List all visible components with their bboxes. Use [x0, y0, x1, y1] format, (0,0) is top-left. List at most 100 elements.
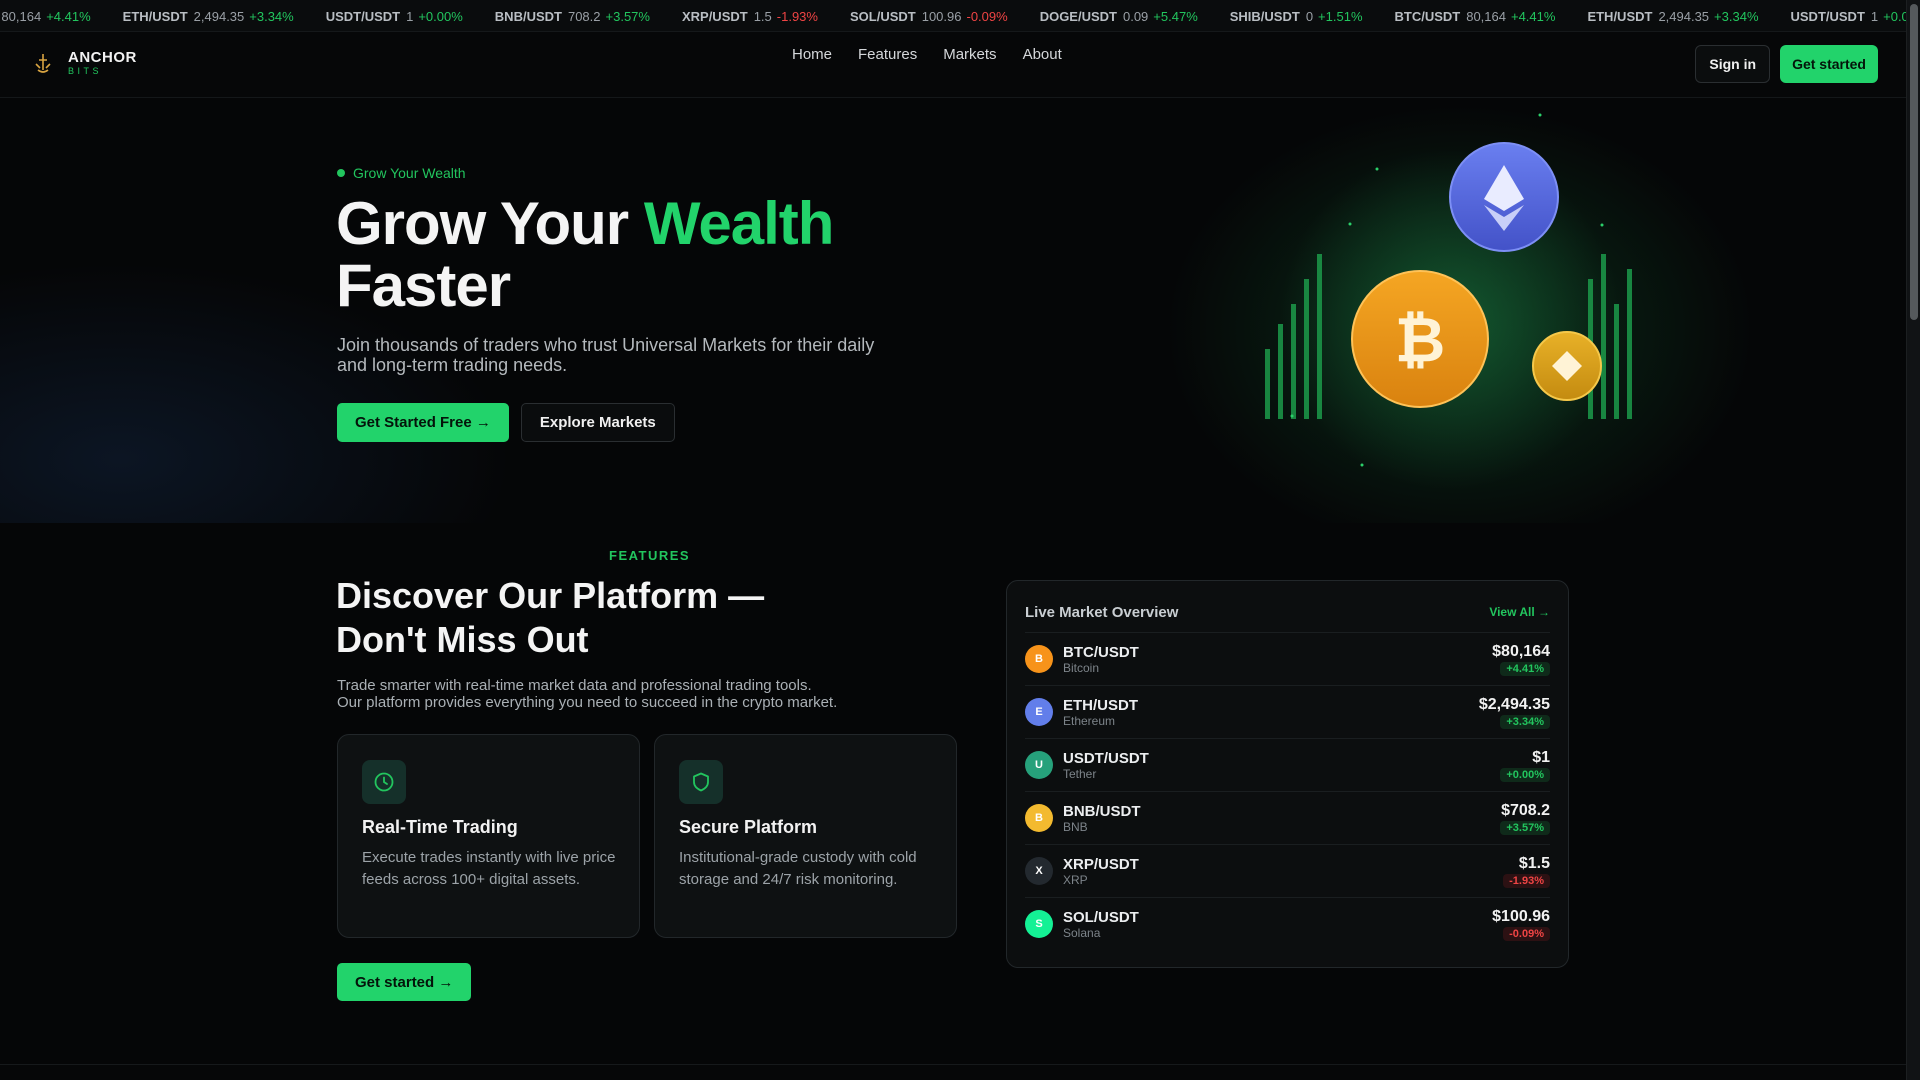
hero-section: Grow Your Wealth Grow Your Wealth Faster… — [0, 99, 1906, 523]
market-row[interactable]: U USDT/USDT Tether $1 +0.00% — [1025, 738, 1550, 791]
ticker-change: +3.34% — [1714, 8, 1759, 24]
price-change-badge: -0.09% — [1503, 926, 1550, 941]
ticker-change: +0.00% — [418, 8, 463, 24]
hero-title-accent: Wealth — [643, 190, 835, 257]
coin-name: Tether — [1063, 766, 1097, 781]
market-rows: B BTC/USDT Bitcoin $80,164 +4.41% E ETH/USDT Et… — [1025, 632, 1550, 950]
hero-eyebrow-text: Grow Your Wealth — [353, 165, 466, 181]
ticker-price: 2,494.35 — [1658, 8, 1710, 24]
ticker-symbol: ETH/USDT — [1587, 8, 1653, 24]
ticker-symbol: BNB/USDT — [494, 8, 562, 24]
ticker-item: ETH/USDT 2,494.35 +3.34% — [1587, 9, 1758, 24]
coin-name: Solana — [1063, 925, 1101, 940]
feature-card-desc: Execute trades instantly with live price… — [362, 849, 616, 888]
ticker-symbol: DOGE/USDT — [1039, 8, 1117, 24]
feature-card-title: Secure Platform — [679, 817, 818, 837]
clock-icon — [362, 760, 406, 804]
market-row[interactable]: X XRP/USDT XRP $1.5 -1.93% — [1025, 844, 1550, 897]
market-row[interactable]: E ETH/USDT Ethereum $2,494.35 +3.34% — [1025, 685, 1550, 738]
nav-home[interactable]: Home — [792, 46, 832, 63]
ticker-change: +0.0 — [1883, 8, 1906, 24]
price-change-badge: +4.41% — [1500, 661, 1550, 676]
hero-title-part2: Faster — [336, 252, 511, 319]
explore-markets-button[interactable]: Explore Markets — [520, 403, 675, 442]
ticker-price: 0.09 — [1122, 8, 1149, 24]
hero-title-part1: Grow Your — [336, 190, 644, 257]
hero-title: Grow Your Wealth Faster — [336, 190, 835, 319]
ticker-symbol: USDT/USDT — [1790, 8, 1865, 24]
pair-symbol: BTC/USDT — [1063, 643, 1139, 661]
coin-price: $1.5 — [1518, 854, 1550, 872]
sign-in-button[interactable]: Sign in — [1695, 45, 1771, 83]
price-change-badge: -1.93% — [1503, 873, 1550, 888]
header-get-started-button[interactable]: Get started — [1780, 45, 1878, 83]
bitcoin-coin-icon: ₿ — [1351, 270, 1489, 408]
status-dot-icon — [337, 169, 345, 177]
svg-text:₿: ₿ — [1395, 303, 1446, 376]
ticker-price: 100.96 — [921, 8, 962, 24]
coin-badge-icon: B — [1025, 804, 1053, 832]
price-change-badge: +3.34% — [1500, 714, 1550, 729]
ticker-item: BNB/USDT 708.2 +3.57% — [495, 9, 650, 24]
features-subtitle-line1: Trade smarter with real-time market data… — [337, 677, 812, 694]
shield-icon — [679, 760, 723, 804]
ticker-price: 0 — [1305, 8, 1314, 24]
ticker-item: SHIB/USDT 0 +1.51% — [1230, 9, 1363, 24]
scrollbar-thumb[interactable] — [1910, 4, 1918, 320]
market-row[interactable]: B BNB/USDT BNB $708.2 +3.57% — [1025, 791, 1550, 844]
coin-price: $2,494.35 — [1478, 695, 1550, 713]
ticker-price: 1.5 — [753, 8, 772, 24]
ticker-symbol: ETH/USDT — [122, 8, 188, 24]
ticker-change: +4.41% — [46, 8, 91, 24]
feature-card-title: Real-Time Trading — [362, 817, 518, 837]
coin-badge-icon: X — [1025, 857, 1053, 885]
nav-markets[interactable]: Markets — [943, 46, 996, 63]
pair-symbol: ETH/USDT — [1063, 696, 1138, 714]
coin-price: $100.96 — [1492, 907, 1550, 925]
view-all-link[interactable]: View All → — [1489, 605, 1550, 619]
ticker-symbol: SOL/USDT — [849, 8, 916, 24]
coin-badge-icon: U — [1025, 751, 1053, 779]
ticker-change: +1.51% — [1318, 8, 1363, 24]
pair-symbol: USDT/USDT — [1063, 749, 1149, 767]
logo[interactable]: ANCHOR BITS — [32, 50, 137, 76]
main-nav: Home Features Markets About — [792, 46, 1088, 63]
pair-symbol: BNB/USDT — [1063, 802, 1141, 820]
ticker-item: BTC/USDT 80,164 +4.41% — [1395, 9, 1556, 24]
coin-badge-icon: B — [1025, 645, 1053, 673]
ticker-change: -1.93% — [776, 8, 818, 24]
nav-features[interactable]: Features — [858, 46, 917, 63]
price-ticker: OT 80,164+4.41%ETH/USDT2,494.35+3.34%USD… — [0, 0, 1906, 32]
features-title: Discover Our Platform — Don't Miss Out — [336, 575, 765, 660]
ticker-price: 80,164 — [1466, 8, 1506, 24]
logo-subtitle: BITS — [68, 66, 103, 76]
ticker-item: DOGE/USDT 0.09 +5.47% — [1040, 9, 1198, 24]
ticker-track: OT 80,164+4.41%ETH/USDT2,494.35+3.34%USD… — [0, 0, 1906, 31]
ticker-price: 708.2 — [567, 8, 601, 24]
ticker-symbol: BTC/USDT — [1394, 8, 1461, 24]
ticker-item: SOL/USDT 100.96 -0.09% — [850, 9, 1008, 24]
anchor-logo-icon — [35, 54, 51, 73]
nav-about[interactable]: About — [1023, 46, 1062, 63]
ticker-change: +3.57% — [605, 8, 650, 24]
market-row[interactable]: B BTC/USDT Bitcoin $80,164 +4.41% — [1025, 632, 1550, 685]
features-subtitle-line2: Our platform provides everything you nee… — [337, 694, 838, 711]
ticker-item: XRP/USDT 1.5 -1.93% — [682, 9, 818, 24]
ticker-price: 1 — [1870, 8, 1879, 24]
pair-symbol: SOL/USDT — [1063, 908, 1139, 926]
price-change-badge: +0.00% — [1500, 767, 1550, 782]
features-get-started-button[interactable]: Get started → — [337, 963, 472, 1001]
features-subtitle: Trade smarter with real-time market data… — [337, 677, 897, 711]
live-market-panel: Live Market Overview View All → B BTC/USD… — [1006, 580, 1569, 968]
coin-price: $80,164 — [1492, 642, 1550, 660]
feature-card-realtime: Real-Time Trading Execute trades instant… — [337, 734, 640, 938]
ticker-price: 2,494.35 — [193, 8, 245, 24]
market-row[interactable]: S SOL/USDT Solana $100.96 -0.09% — [1025, 897, 1550, 950]
get-started-free-button[interactable]: Get Started Free → — [337, 403, 509, 442]
page-scrollbar[interactable] — [1906, 0, 1920, 1080]
hero-eyebrow: Grow Your Wealth — [337, 165, 466, 181]
ticker-symbol: USDT/USDT — [325, 8, 401, 24]
feature-card-secure: Secure Platform Institutional-grade cust… — [654, 734, 957, 938]
coin-badge-icon: S — [1025, 910, 1053, 938]
ticker-symbol: XRP/USDT — [681, 8, 748, 24]
